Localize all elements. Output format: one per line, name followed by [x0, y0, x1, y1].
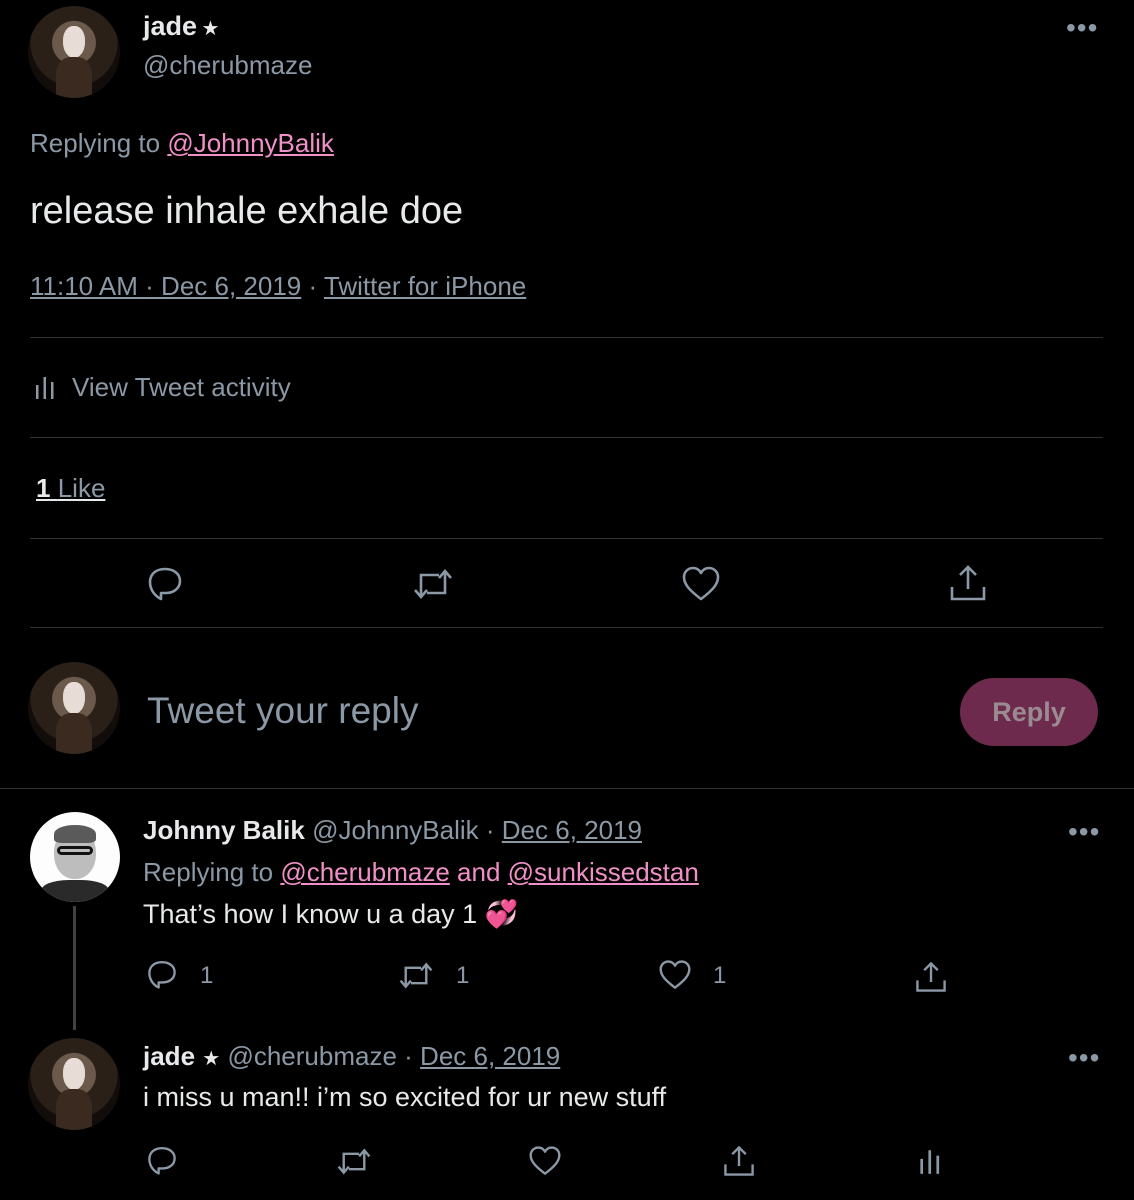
replying-to-label: Replying to — [143, 857, 274, 887]
divider — [30, 437, 1103, 438]
retweet-icon[interactable] — [336, 1146, 372, 1177]
retweet-icon[interactable] — [412, 566, 454, 602]
section-divider — [0, 788, 1134, 789]
tweet-text: That’s how I know u a day 1 — [143, 899, 478, 929]
and-label: and — [457, 857, 501, 887]
divider — [30, 538, 1103, 539]
avatar[interactable] — [30, 812, 120, 902]
analytics-icon[interactable] — [918, 1146, 942, 1176]
badge-icon: ★ — [202, 1048, 221, 1070]
tweet-source[interactable]: Twitter for iPhone — [324, 271, 526, 301]
replying-to-label: Replying to — [30, 128, 161, 158]
view-activity-button[interactable]: View Tweet activity — [34, 370, 291, 404]
badge-icon: ★ — [201, 18, 220, 40]
tweet-date[interactable]: Dec 6, 2019 — [420, 1041, 560, 1071]
reply-count: 1 — [200, 962, 214, 989]
analytics-icon — [36, 377, 54, 399]
separator: · — [308, 271, 324, 301]
replying-to-link[interactable]: @cherubmaze — [280, 857, 449, 887]
like-icon[interactable] — [528, 1145, 562, 1177]
more-options-icon[interactable]: ••• — [1068, 1044, 1100, 1072]
more-options-icon[interactable]: ••• — [1068, 818, 1100, 846]
likes-link[interactable]: 1 Like — [36, 473, 105, 504]
replying-to-link[interactable]: @JohnnyBalik — [167, 128, 334, 158]
share-icon[interactable] — [948, 563, 988, 603]
likes-count: 1 — [36, 473, 51, 503]
divider — [30, 337, 1103, 338]
author-handle[interactable]: @cherubmaze — [143, 50, 312, 81]
hearts-emoji: 💞 — [484, 899, 519, 929]
thread-line — [73, 906, 76, 1030]
tweet-timestamp[interactable]: 11:10 AM · Dec 6, 2019 — [30, 271, 301, 301]
divider — [30, 627, 1103, 628]
reply-icon[interactable] — [146, 564, 184, 602]
more-options-icon[interactable]: ••• — [1066, 14, 1098, 42]
tweet-text: release inhale exhale doe — [30, 190, 464, 232]
tweet-text: i miss u man!! i’m so excited for ur new… — [143, 1082, 667, 1112]
avatar[interactable] — [28, 1038, 120, 1130]
author-name[interactable]: Johnny Balik — [143, 815, 305, 845]
reply-icon[interactable] — [146, 1144, 178, 1176]
reply-input[interactable]: Tweet your reply — [147, 690, 418, 732]
retweet-count: 1 — [456, 962, 470, 989]
retweet-icon[interactable] — [398, 960, 434, 991]
separator: · — [404, 1041, 421, 1071]
like-icon[interactable] — [681, 565, 721, 603]
tweet-date[interactable]: Dec 6, 2019 — [502, 815, 642, 845]
share-icon[interactable] — [722, 1144, 756, 1178]
author-handle[interactable]: @cherubmaze — [227, 1041, 396, 1071]
reply-icon[interactable] — [146, 958, 178, 990]
avatar[interactable] — [28, 662, 120, 754]
like-icon[interactable] — [658, 959, 692, 991]
author-name[interactable]: jade — [143, 1041, 195, 1071]
likes-label: Like — [57, 473, 106, 503]
reply-button[interactable]: Reply — [960, 678, 1098, 746]
share-icon[interactable] — [914, 960, 948, 994]
author-name[interactable]: jade — [143, 11, 197, 41]
author-handle[interactable]: @JohnnyBalik — [312, 815, 479, 845]
like-count: 1 — [713, 962, 727, 989]
separator: · — [485, 815, 502, 845]
replying-to-link[interactable]: @sunkissedstan — [508, 857, 699, 887]
avatar[interactable] — [28, 6, 120, 98]
view-activity-label: View Tweet activity — [72, 371, 291, 402]
